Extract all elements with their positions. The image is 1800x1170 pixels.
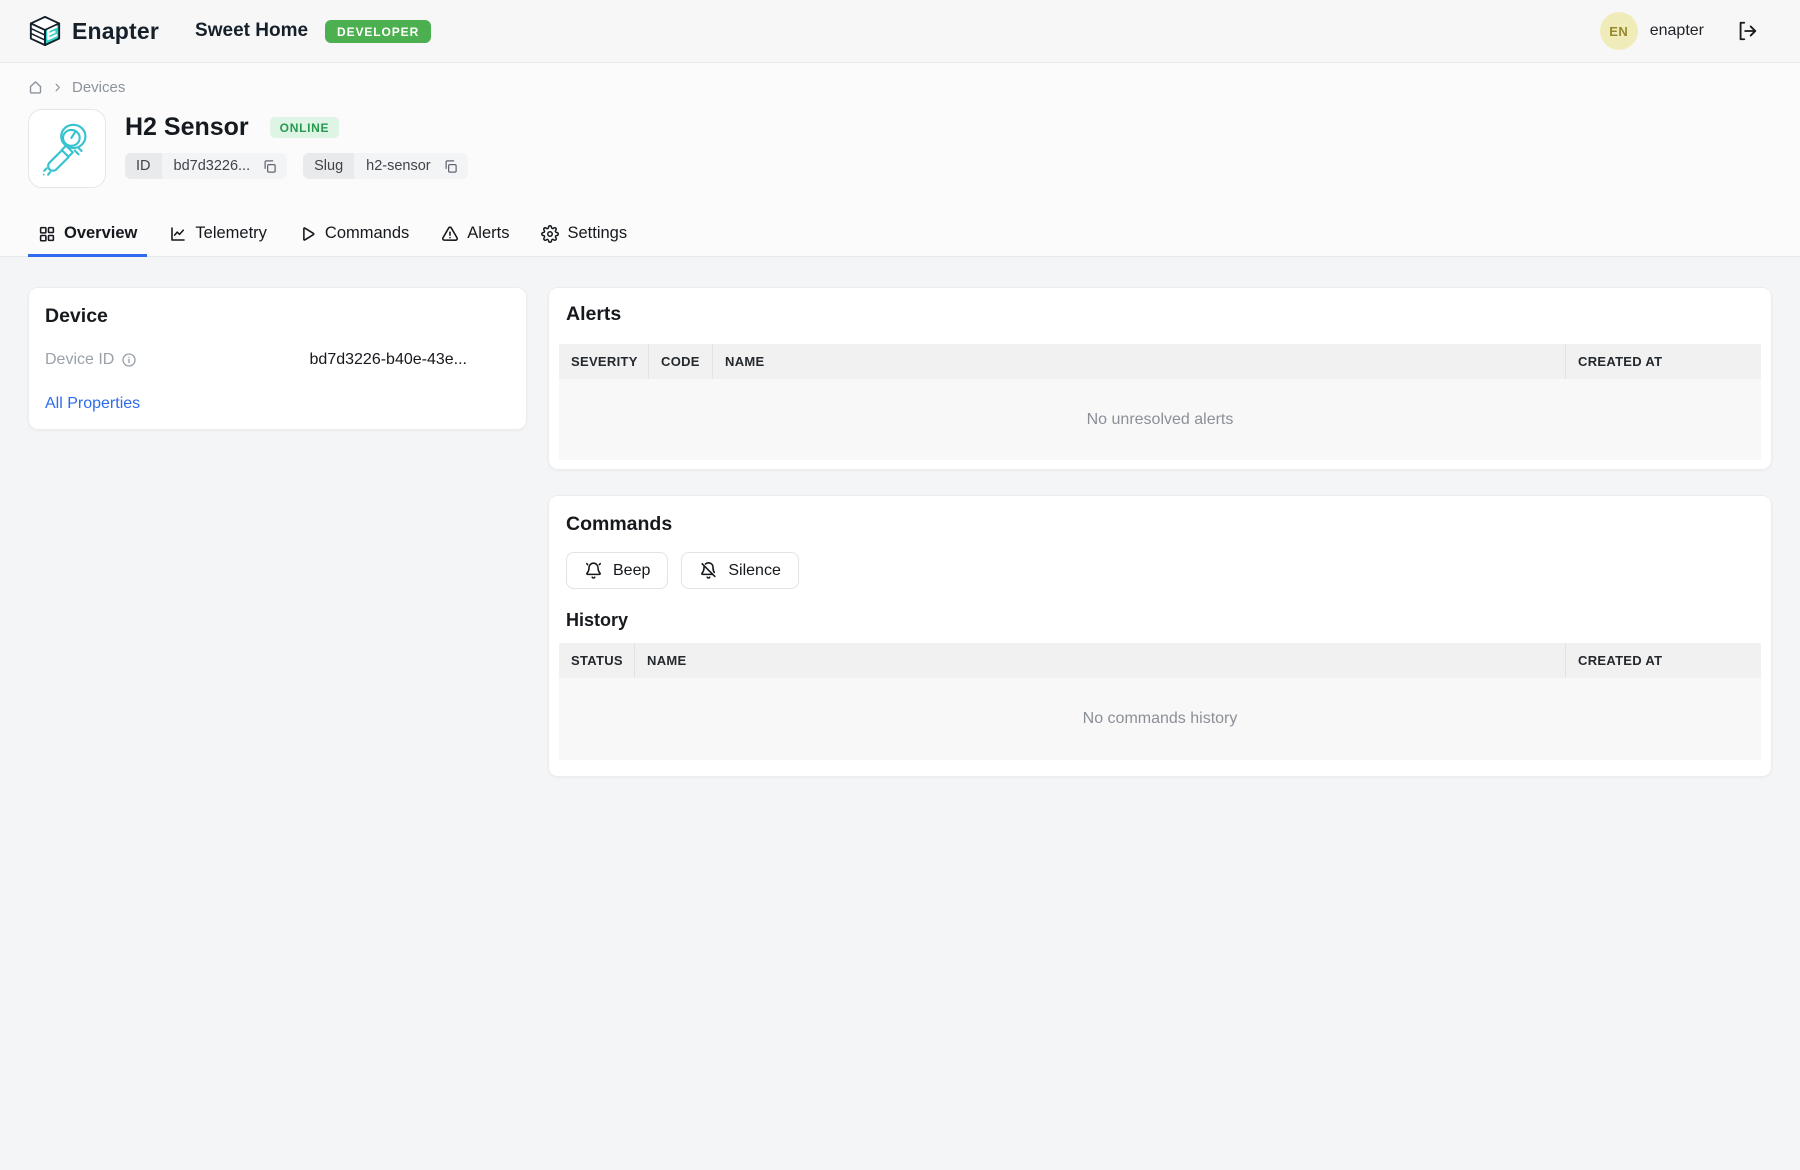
logout-icon: [1736, 20, 1758, 42]
chevron-right-icon: [52, 82, 63, 93]
device-card: Device Device ID bd7d3226-b40e-43e... Al…: [28, 287, 527, 430]
device-slug-pill-value: h2-sensor: [354, 153, 440, 179]
alerts-table-header: SEVERITY CODE NAME CREATED AT: [559, 344, 1761, 379]
device-id-pill-label: ID: [125, 153, 162, 179]
copy-slug-button[interactable]: [441, 153, 468, 179]
device-id-pill: ID bd7d3226...: [125, 153, 287, 179]
user-avatar[interactable]: EN: [1600, 12, 1638, 50]
tab-label: Overview: [64, 224, 137, 243]
device-header: H2 Sensor ONLINE ID bd7d3226...: [28, 109, 1772, 188]
page-subheader: Devices H2: [0, 63, 1800, 257]
column-header-name: NAME: [712, 344, 1565, 379]
column-header-status: STATUS: [559, 643, 634, 678]
alerts-empty-state: No unresolved alerts: [559, 379, 1761, 460]
play-icon: [299, 225, 317, 243]
online-status-badge: ONLINE: [270, 117, 340, 138]
all-properties-link[interactable]: All Properties: [45, 395, 140, 413]
brand-name: Enapter: [72, 18, 159, 45]
device-info: H2 Sensor ONLINE ID bd7d3226...: [125, 109, 468, 188]
right-column: Alerts SEVERITY CODE NAME CREATED AT No …: [548, 287, 1772, 777]
column-header-severity: SEVERITY: [559, 344, 648, 379]
bell-off-icon: [699, 561, 718, 580]
history-table-header: STATUS NAME CREATED AT: [559, 643, 1761, 678]
bell-ring-icon: [584, 561, 603, 580]
device-slug-pill-label: Slug: [303, 153, 354, 179]
user-name: enapter: [1650, 22, 1704, 40]
beep-button-label: Beep: [613, 562, 650, 580]
logout-button[interactable]: [1734, 18, 1760, 44]
device-card-title: Device: [45, 305, 510, 327]
silence-button-label: Silence: [728, 562, 780, 580]
warning-triangle-icon: [441, 225, 459, 243]
enapter-cube-icon: [28, 13, 62, 49]
tab-commands[interactable]: Commands: [289, 211, 419, 257]
breadcrumb-devices[interactable]: Devices: [72, 79, 125, 96]
h2-sensor-illustration-icon: [36, 117, 98, 181]
copy-icon: [443, 159, 458, 174]
tab-label: Settings: [567, 224, 627, 243]
copy-icon: [262, 159, 277, 174]
device-id-value: bd7d3226-b40e-43e...: [310, 351, 467, 369]
commands-history-table: STATUS NAME CREATED AT No commands histo…: [559, 643, 1761, 760]
gear-icon: [541, 225, 559, 243]
home-icon[interactable]: [28, 80, 43, 95]
tab-alerts[interactable]: Alerts: [431, 211, 519, 257]
alerts-table: SEVERITY CODE NAME CREATED AT No unresol…: [559, 344, 1761, 460]
device-id-pill-value: bd7d3226...: [162, 153, 261, 179]
column-header-name: NAME: [634, 643, 1565, 678]
tab-settings[interactable]: Settings: [531, 211, 637, 257]
site-name: Sweet Home: [195, 20, 308, 42]
history-empty-state: No commands history: [559, 678, 1761, 760]
device-avatar: [28, 109, 106, 188]
app-header: Enapter Sweet Home DEVELOPER EN enapter: [0, 0, 1800, 63]
tab-telemetry[interactable]: Telemetry: [159, 211, 277, 257]
developer-badge: DEVELOPER: [325, 20, 431, 43]
chart-line-icon: [169, 225, 187, 243]
enapter-logo[interactable]: Enapter: [28, 13, 159, 49]
silence-command-button[interactable]: Silence: [681, 552, 798, 589]
device-title: H2 Sensor: [125, 113, 249, 142]
beep-command-button[interactable]: Beep: [566, 552, 668, 589]
column-header-created-at: CREATED AT: [1565, 344, 1761, 379]
tab-label: Commands: [325, 224, 409, 243]
copy-id-button[interactable]: [260, 153, 287, 179]
alerts-card-title: Alerts: [566, 303, 1761, 325]
tab-label: Telemetry: [195, 224, 267, 243]
commands-card-title: Commands: [566, 513, 1761, 535]
column-header-code: CODE: [648, 344, 712, 379]
column-header-created-at: CREATED AT: [1565, 643, 1761, 678]
device-id-row: Device ID bd7d3226-b40e-43e...: [45, 351, 510, 369]
device-id-label: Device ID: [45, 351, 114, 369]
device-slug-pill: Slug h2-sensor: [303, 153, 468, 179]
alerts-card: Alerts SEVERITY CODE NAME CREATED AT No …: [548, 287, 1772, 470]
command-buttons: Beep Silence: [566, 552, 1761, 589]
device-tabs: Overview Telemetry Commands: [28, 211, 1772, 256]
tab-overview[interactable]: Overview: [28, 211, 147, 257]
info-icon[interactable]: [121, 352, 137, 368]
commands-card: Commands Beep: [548, 495, 1772, 777]
overview-content: Device Device ID bd7d3226-b40e-43e... Al…: [0, 257, 1800, 777]
history-title: History: [566, 609, 1761, 631]
tab-label: Alerts: [467, 224, 509, 243]
grid-icon: [38, 225, 56, 243]
breadcrumb: Devices: [28, 63, 1772, 96]
